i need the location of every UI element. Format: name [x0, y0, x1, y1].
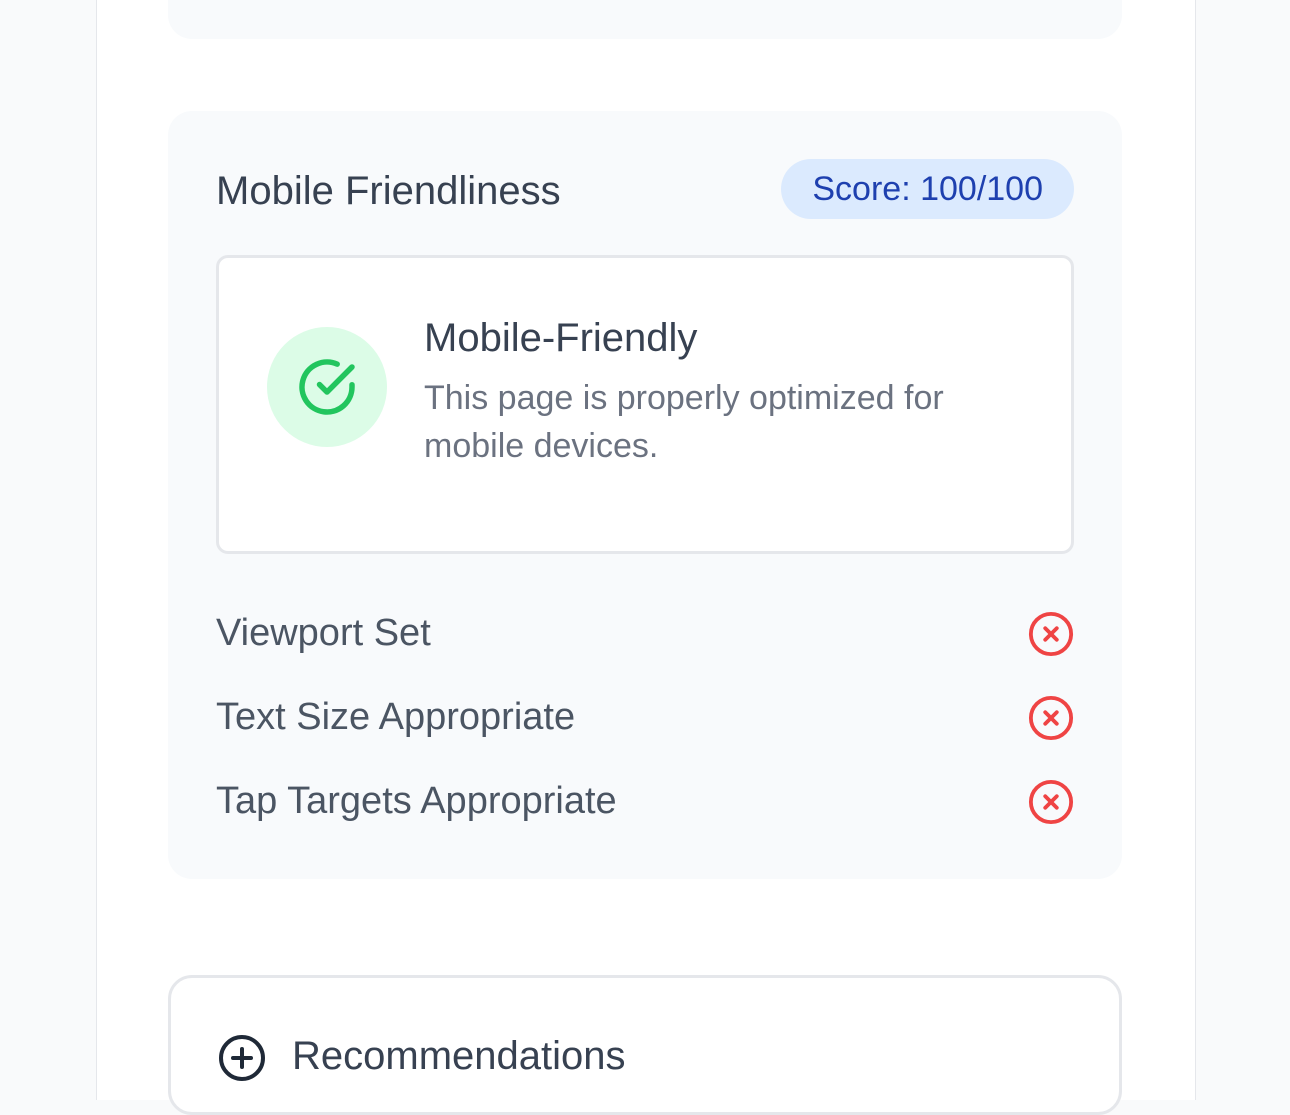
check-circle-icon [299, 359, 355, 415]
status-icon-badge [267, 327, 387, 447]
x-circle-icon [1028, 779, 1074, 825]
check-label: Text Size Appropriate [216, 696, 576, 738]
score-badge: Score: 100/100 [781, 159, 1074, 219]
mobile-friendliness-section: Mobile Friendliness Score: 100/100 Mobil… [168, 111, 1122, 879]
check-row-text-size: Text Size Appropriate [216, 675, 1074, 759]
x-circle-icon [1028, 695, 1074, 741]
recommendations-section[interactable]: Recommendations [168, 975, 1122, 1115]
status-heading: Mobile-Friendly [424, 316, 698, 360]
check-row-tap-targets: Tap Targets Appropriate [216, 759, 1074, 843]
status-card: Mobile-Friendly This page is properly op… [216, 255, 1074, 554]
status-description: This page is properly optimized for mobi… [424, 379, 944, 465]
check-row-viewport: Viewport Set [216, 591, 1074, 675]
x-circle-icon [1028, 611, 1074, 657]
check-label: Tap Targets Appropriate [216, 780, 617, 822]
previous-section [168, 0, 1122, 39]
check-label: Viewport Set [216, 612, 431, 654]
plus-circle-icon[interactable] [218, 1034, 266, 1082]
check-list: Viewport Set Text Size Appropriate Tap T… [216, 591, 1074, 843]
section-title: Mobile Friendliness [216, 169, 561, 213]
